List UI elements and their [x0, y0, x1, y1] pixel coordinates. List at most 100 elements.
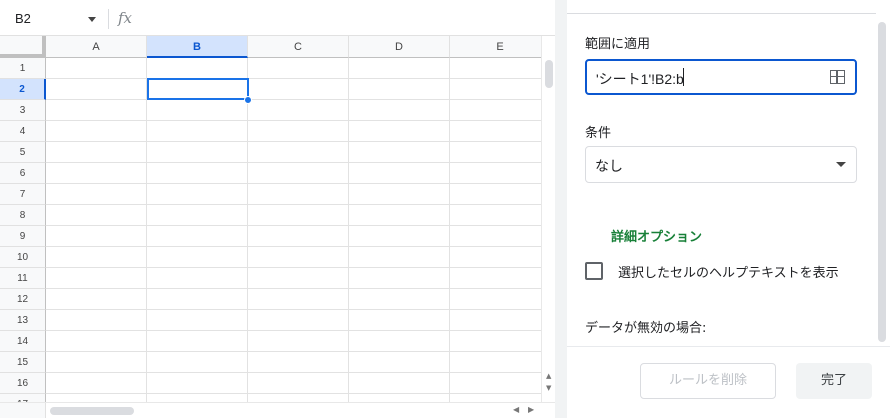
- cell-d10[interactable]: [349, 247, 450, 268]
- row-header-7[interactable]: 7: [0, 184, 46, 205]
- cell-e10[interactable]: [450, 247, 541, 268]
- row-header-3[interactable]: 3: [0, 100, 46, 121]
- cell-b9[interactable]: [147, 226, 248, 247]
- cell-d11[interactable]: [349, 268, 450, 289]
- cell-a10[interactable]: [46, 247, 147, 268]
- cell-c1[interactable]: [248, 58, 349, 79]
- cell-a7[interactable]: [46, 184, 147, 205]
- cell-d14[interactable]: [349, 331, 450, 352]
- help-text-label[interactable]: 選択したセルのヘルプテキストを表示: [618, 262, 839, 281]
- cell-e12[interactable]: [450, 289, 541, 310]
- cell-d3[interactable]: [349, 100, 450, 121]
- row-header-4[interactable]: 4: [0, 121, 46, 142]
- cell-a11[interactable]: [46, 268, 147, 289]
- cell-d12[interactable]: [349, 289, 450, 310]
- panel-scrollbar-thumb[interactable]: [878, 22, 886, 342]
- cell-b14[interactable]: [147, 331, 248, 352]
- cell-e5[interactable]: [450, 142, 541, 163]
- row-header-11[interactable]: 11: [0, 268, 46, 289]
- row-header-15[interactable]: 15: [0, 352, 46, 373]
- cell-c13[interactable]: [248, 310, 349, 331]
- cell-d9[interactable]: [349, 226, 450, 247]
- cell-e15[interactable]: [450, 352, 541, 373]
- cell-d8[interactable]: [349, 205, 450, 226]
- done-button[interactable]: 完了: [796, 363, 872, 399]
- cell-b12[interactable]: [147, 289, 248, 310]
- cell-a13[interactable]: [46, 310, 147, 331]
- vertical-scrollbar-thumb[interactable]: [545, 60, 553, 88]
- cell-b16[interactable]: [147, 373, 248, 394]
- cell-e17[interactable]: [450, 394, 541, 402]
- column-header-c[interactable]: C: [248, 36, 349, 58]
- chevron-down-icon[interactable]: [88, 17, 96, 22]
- help-text-checkbox[interactable]: [585, 262, 603, 280]
- cell-a4[interactable]: [46, 121, 147, 142]
- cell-a17[interactable]: [46, 394, 147, 402]
- name-box[interactable]: B2: [6, 6, 104, 31]
- cell-b3[interactable]: [147, 100, 248, 121]
- delete-rule-button[interactable]: ルールを削除: [640, 363, 776, 399]
- cell-c4[interactable]: [248, 121, 349, 142]
- cell-c7[interactable]: [248, 184, 349, 205]
- cell-b1[interactable]: [147, 58, 248, 79]
- cell-d16[interactable]: [349, 373, 450, 394]
- cell-e9[interactable]: [450, 226, 541, 247]
- cell-a6[interactable]: [46, 163, 147, 184]
- cell-c3[interactable]: [248, 100, 349, 121]
- cell-b6[interactable]: [147, 163, 248, 184]
- cell-e4[interactable]: [450, 121, 541, 142]
- cell-d4[interactable]: [349, 121, 450, 142]
- row-header-10[interactable]: 10: [0, 247, 46, 268]
- cell-e3[interactable]: [450, 100, 541, 121]
- advanced-options-link[interactable]: 詳細オプション: [611, 226, 702, 245]
- active-cell-selection[interactable]: [147, 78, 249, 100]
- cell-a2[interactable]: [46, 79, 147, 100]
- cell-c14[interactable]: [248, 331, 349, 352]
- cell-d6[interactable]: [349, 163, 450, 184]
- cell-b11[interactable]: [147, 268, 248, 289]
- cell-c6[interactable]: [248, 163, 349, 184]
- cell-d7[interactable]: [349, 184, 450, 205]
- grid-select-icon[interactable]: [830, 70, 845, 84]
- cell-b15[interactable]: [147, 352, 248, 373]
- cell-e13[interactable]: [450, 310, 541, 331]
- cell-e6[interactable]: [450, 163, 541, 184]
- column-header-b[interactable]: B: [147, 36, 248, 58]
- cell-d15[interactable]: [349, 352, 450, 373]
- cell-c5[interactable]: [248, 142, 349, 163]
- row-header-1[interactable]: 1: [0, 58, 46, 79]
- cell-e2[interactable]: [450, 79, 541, 100]
- cell-c8[interactable]: [248, 205, 349, 226]
- scroll-down-icon[interactable]: ▼: [546, 384, 551, 392]
- condition-select-value[interactable]: なし: [595, 156, 623, 176]
- cell-b13[interactable]: [147, 310, 248, 331]
- row-header-5[interactable]: 5: [0, 142, 46, 163]
- row-header-12[interactable]: 12: [0, 289, 46, 310]
- cell-d1[interactable]: [349, 58, 450, 79]
- cell-a15[interactable]: [46, 352, 147, 373]
- chevron-down-icon[interactable]: [836, 162, 846, 167]
- cell-b17[interactable]: [147, 394, 248, 402]
- row-header-8[interactable]: 8: [0, 205, 46, 226]
- cell-c15[interactable]: [248, 352, 349, 373]
- scroll-up-icon[interactable]: ▲: [546, 372, 551, 380]
- row-header-14[interactable]: 14: [0, 331, 46, 352]
- cell-a16[interactable]: [46, 373, 147, 394]
- cell-d13[interactable]: [349, 310, 450, 331]
- cell-a5[interactable]: [46, 142, 147, 163]
- range-input-value[interactable]: 'シート1'!B2:b: [596, 69, 684, 89]
- scroll-right-icon[interactable]: ▶: [528, 405, 534, 414]
- select-all-corner[interactable]: [0, 36, 46, 58]
- row-header-2[interactable]: 2: [0, 79, 46, 100]
- cell-e16[interactable]: [450, 373, 541, 394]
- cell-e8[interactable]: [450, 205, 541, 226]
- cell-a3[interactable]: [46, 100, 147, 121]
- condition-select[interactable]: なし: [585, 146, 857, 183]
- cell-e1[interactable]: [450, 58, 541, 79]
- cell-a12[interactable]: [46, 289, 147, 310]
- cell-b4[interactable]: [147, 121, 248, 142]
- cell-c10[interactable]: [248, 247, 349, 268]
- cell-c9[interactable]: [248, 226, 349, 247]
- cell-e7[interactable]: [450, 184, 541, 205]
- cell-a8[interactable]: [46, 205, 147, 226]
